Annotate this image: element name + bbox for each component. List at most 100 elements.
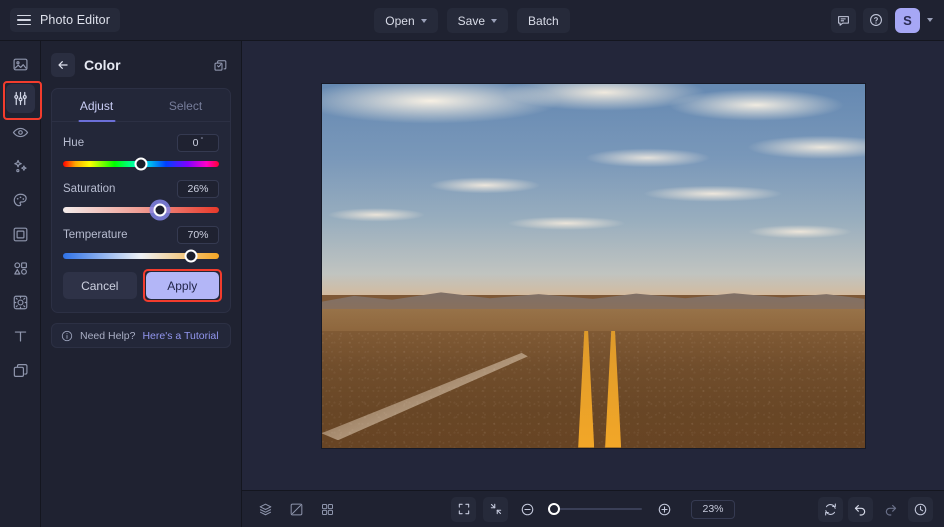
image-icon [12, 58, 28, 71]
color-panel: Color Adjust Select Hue 0 ° Saturation 2… [41, 41, 242, 527]
text-icon [14, 331, 26, 342]
sidebar-item-stickers[interactable] [6, 288, 35, 317]
zoom-level-value[interactable]: 23% [691, 499, 735, 519]
app-menu-button[interactable]: Photo Editor [10, 8, 120, 32]
slider-hue-value-text: 0 [192, 137, 199, 149]
avatar[interactable]: S [895, 7, 920, 33]
help-button[interactable] [863, 7, 888, 33]
hamburger-icon [17, 14, 31, 26]
sidebar-item-retouch[interactable] [6, 118, 35, 147]
fit-screen-icon [458, 503, 469, 515]
info-icon [61, 330, 73, 341]
help-text: Need Help? [80, 329, 136, 342]
undo-icon [854, 504, 866, 516]
reset-icon [825, 502, 836, 516]
sidebar-item-shapes[interactable] [6, 254, 35, 283]
compare-button[interactable] [284, 497, 309, 522]
slider-temperature: Temperature 70% [63, 226, 219, 263]
shapes-icon [13, 262, 27, 275]
batch-button[interactable]: Batch [517, 8, 570, 33]
question-circle-icon [869, 14, 882, 26]
slider-saturation-label: Saturation [63, 183, 116, 195]
open-button[interactable]: Open [374, 8, 438, 33]
sidebar-item-adjust[interactable] [2, 81, 42, 120]
sidebar-item-effects[interactable] [6, 152, 35, 181]
bottom-left-tools [253, 497, 340, 522]
plus-circle-icon [658, 503, 671, 515]
slider-saturation: Saturation 26% [63, 180, 219, 217]
zoom-slider-track[interactable] [547, 503, 642, 515]
slider-temperature-value-text: 70% [187, 229, 209, 241]
undo-button[interactable] [848, 496, 873, 522]
sidebar-item-layers[interactable] [6, 356, 35, 385]
collapse-icon [490, 503, 501, 515]
minus-circle-icon [521, 503, 534, 515]
bottom-bar: 23% [242, 490, 944, 527]
canvas-viewport[interactable] [242, 41, 944, 490]
grid-button[interactable] [315, 497, 340, 522]
sidebar-item-paint[interactable] [6, 186, 35, 215]
history-icon [914, 503, 927, 515]
reset-button[interactable] [818, 496, 843, 522]
sparkle-icon [13, 159, 27, 173]
redo-button[interactable] [878, 497, 903, 522]
slider-saturation-header: Saturation 26% [63, 180, 219, 198]
adjust-card-body: Hue 0 ° Saturation 26% Temperature 70% C… [52, 122, 230, 312]
zoom-out-button[interactable] [515, 497, 540, 522]
sidebar-item-text[interactable] [6, 322, 35, 351]
cancel-button[interactable]: Cancel [63, 272, 137, 299]
slider-hue-value[interactable]: 0 ° [177, 134, 219, 152]
feedback-button[interactable] [831, 7, 856, 33]
tab-select[interactable]: Select [141, 89, 230, 121]
app-title: Photo Editor [40, 13, 110, 27]
slider-hue-knob[interactable] [134, 157, 148, 171]
zoom-in-button[interactable] [652, 497, 677, 522]
chat-icon [838, 15, 849, 26]
sliders-icon [13, 91, 27, 106]
slider-temperature-value[interactable]: 70% [177, 226, 219, 244]
canvas-area: 23% [242, 41, 944, 527]
history-button[interactable] [908, 496, 933, 522]
slider-saturation-knob[interactable] [153, 203, 167, 217]
bottom-right-tools [818, 496, 933, 522]
duplicate-settings-button[interactable] [209, 54, 231, 76]
photo-preview[interactable] [321, 83, 865, 448]
slider-temperature-label: Temperature [63, 229, 128, 241]
slider-temperature-knob[interactable] [184, 249, 198, 263]
sticker-icon [13, 295, 27, 310]
fit-to-screen-button[interactable] [451, 496, 476, 522]
slider-saturation-track[interactable] [63, 203, 219, 217]
slider-hue-label: Hue [63, 137, 85, 149]
help-banner[interactable]: Need Help? Here's a Tutorial [51, 323, 231, 348]
layers-stack-icon [259, 503, 272, 515]
apply-button[interactable]: Apply [142, 269, 222, 302]
photo-sky [321, 83, 865, 295]
slider-hue-unit: ° [200, 136, 204, 144]
redo-icon [885, 504, 897, 516]
account-chevron-down-icon[interactable] [927, 18, 933, 22]
tab-adjust[interactable]: Adjust [52, 89, 141, 121]
sidebar-item-image[interactable] [6, 50, 35, 79]
chevron-down-icon [491, 19, 498, 23]
panel-header: Color [51, 46, 231, 84]
save-button[interactable]: Save [446, 8, 509, 33]
slider-hue-track[interactable] [63, 157, 219, 171]
copy-icon [214, 59, 226, 71]
grid-icon [322, 503, 333, 515]
help-link[interactable]: Here's a Tutorial [142, 330, 218, 342]
chevron-down-icon [420, 19, 427, 23]
slider-saturation-value[interactable]: 26% [177, 180, 219, 198]
top-right-actions: S [831, 7, 933, 33]
zoom-slider-knob[interactable] [547, 503, 560, 515]
slider-temperature-header: Temperature 70% [63, 226, 219, 244]
collapse-view-button[interactable] [483, 496, 508, 522]
slider-temperature-track[interactable] [63, 249, 219, 263]
layers-panel-button[interactable] [253, 497, 278, 522]
batch-label: Batch [528, 13, 559, 28]
back-button[interactable] [51, 53, 75, 77]
adjust-card: Adjust Select Hue 0 ° Saturation 26% Tem… [51, 88, 231, 313]
sidebar-item-frame[interactable] [6, 220, 35, 249]
arrow-left-icon [58, 61, 68, 69]
eye-icon [12, 127, 28, 138]
slider-saturation-value-text: 26% [187, 183, 209, 195]
